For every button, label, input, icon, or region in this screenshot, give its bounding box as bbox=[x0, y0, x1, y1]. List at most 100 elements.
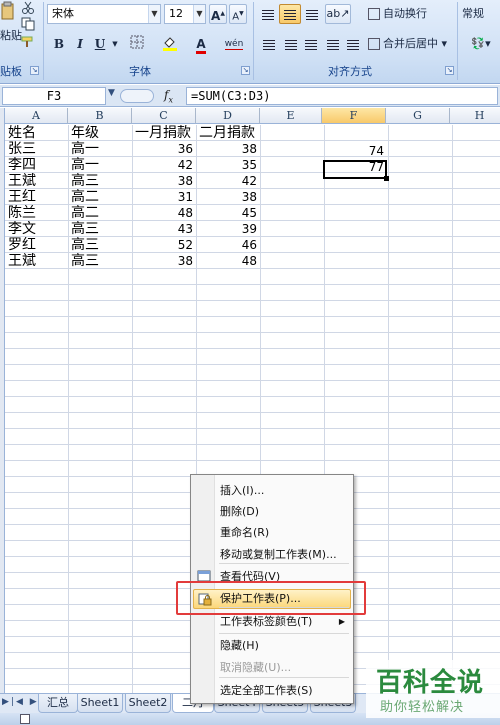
table-cell[interactable]: 高三 bbox=[68, 221, 132, 237]
table-cell[interactable]: 李文 bbox=[5, 221, 68, 237]
orientation-button[interactable]: ab↗ bbox=[325, 4, 351, 24]
watermark-title: 百科全说 bbox=[376, 668, 485, 698]
menu-item-unhide: 取消隐藏(U)... bbox=[193, 658, 351, 678]
sum-cell[interactable]: 74 bbox=[323, 143, 387, 159]
grow-font-icon: A bbox=[211, 9, 221, 23]
header-cell[interactable]: 年级 bbox=[68, 125, 132, 141]
table-cell[interactable]: 42 bbox=[196, 173, 260, 189]
table-cell[interactable]: 高一 bbox=[68, 141, 132, 157]
increase-indent-button[interactable] bbox=[343, 34, 363, 54]
formula-bar-splitter[interactable] bbox=[120, 89, 154, 103]
active-cell-selection[interactable] bbox=[323, 160, 389, 181]
copy-icon[interactable] bbox=[20, 16, 36, 36]
italic-button[interactable]: I bbox=[71, 34, 89, 54]
table-cell[interactable]: 38 bbox=[132, 253, 196, 269]
grow-font-button[interactable]: A▲ bbox=[209, 4, 227, 24]
font-name-select[interactable]: 宋体 ▼ bbox=[47, 4, 161, 24]
menu-item-move-copy[interactable]: 移动或复制工作表(M)... bbox=[193, 545, 351, 565]
sheet-tab[interactable]: Sheet1 bbox=[77, 694, 123, 713]
table-cell[interactable]: 48 bbox=[196, 253, 260, 269]
borders-button[interactable] bbox=[125, 34, 149, 54]
font-size-select[interactable]: 12 ▼ bbox=[164, 4, 206, 24]
sheet-tab[interactable]: 汇总 bbox=[38, 694, 78, 713]
table-cell[interactable]: 31 bbox=[132, 189, 196, 205]
table-cell[interactable]: 35 bbox=[196, 157, 260, 173]
table-cell[interactable]: 高三 bbox=[68, 237, 132, 253]
table-cell[interactable]: 王红 bbox=[5, 189, 68, 205]
fill-color-button[interactable] bbox=[156, 34, 184, 54]
table-cell[interactable]: 高三 bbox=[68, 173, 132, 189]
table-cell[interactable]: 高一 bbox=[68, 157, 132, 173]
align-top-button[interactable] bbox=[257, 4, 279, 24]
align-center-button[interactable] bbox=[281, 34, 301, 54]
align-right-button[interactable] bbox=[301, 34, 321, 54]
align-bottom-button[interactable] bbox=[301, 4, 323, 24]
shrink-font-button[interactable]: A▼ bbox=[229, 4, 247, 24]
table-cell[interactable]: 高三 bbox=[68, 253, 132, 269]
table-cell[interactable]: 38 bbox=[196, 141, 260, 157]
phonetic-icon: wén bbox=[224, 39, 244, 50]
insert-function-icon[interactable]: fx bbox=[164, 88, 173, 104]
underline-button[interactable]: U bbox=[91, 34, 109, 54]
macro-record-icon[interactable] bbox=[20, 714, 30, 724]
header-cell[interactable]: 一月捐款 bbox=[132, 125, 196, 141]
alignment-launcher-icon[interactable]: ↘ bbox=[445, 66, 454, 75]
header-cell[interactable]: 二月捐款 bbox=[196, 125, 260, 141]
table-cell[interactable]: 48 bbox=[132, 205, 196, 221]
table-cell[interactable]: 高二 bbox=[68, 189, 132, 205]
align-left-button[interactable] bbox=[259, 34, 279, 54]
column-header-a[interactable]: A bbox=[5, 108, 68, 124]
number-format-select[interactable]: 常规 bbox=[462, 4, 484, 24]
formula-input[interactable]: =SUM(C3:D3) bbox=[186, 87, 498, 105]
column-header-g[interactable]: G bbox=[386, 108, 450, 124]
table-cell[interactable]: 38 bbox=[132, 173, 196, 189]
menu-item-rename[interactable]: 重命名(R) bbox=[193, 523, 351, 543]
table-cell[interactable]: 52 bbox=[132, 237, 196, 253]
table-cell[interactable]: 42 bbox=[132, 157, 196, 173]
header-cell[interactable]: 姓名 bbox=[5, 125, 68, 141]
font-launcher-icon[interactable]: ↘ bbox=[241, 66, 250, 75]
alignment-group-label: 对齐方式 bbox=[328, 65, 372, 78]
column-header-b[interactable]: B bbox=[68, 108, 132, 124]
table-cell[interactable]: 王斌 bbox=[5, 253, 68, 269]
table-cell[interactable]: 39 bbox=[196, 221, 260, 237]
decrease-indent-button[interactable] bbox=[323, 34, 343, 54]
column-header-f[interactable]: F bbox=[322, 108, 386, 124]
phonetic-button[interactable]: wén bbox=[220, 34, 248, 54]
chevron-down-icon[interactable]: ▼ bbox=[108, 88, 115, 98]
column-header-h[interactable]: H bbox=[450, 108, 500, 124]
table-cell[interactable]: 高二 bbox=[68, 205, 132, 221]
paste-button-label[interactable]: 粘贴 bbox=[0, 26, 22, 46]
menu-item-tab-color[interactable]: 工作表标签颜色(T) ▶ bbox=[193, 612, 351, 632]
currency-format-button[interactable]: 💱▾ bbox=[462, 34, 500, 54]
table-cell[interactable]: 王斌 bbox=[5, 173, 68, 189]
column-header-c[interactable]: C bbox=[132, 108, 196, 124]
align-middle-button[interactable] bbox=[279, 4, 301, 24]
bold-button[interactable]: B bbox=[50, 34, 68, 54]
format-painter-icon[interactable] bbox=[20, 34, 36, 54]
table-cell[interactable]: 李四 bbox=[5, 157, 68, 173]
table-cell[interactable]: 38 bbox=[196, 189, 260, 205]
table-cell[interactable]: 陈兰 bbox=[5, 205, 68, 221]
clipboard-launcher-icon[interactable]: ↘ bbox=[30, 66, 39, 75]
fill-color-icon bbox=[163, 37, 177, 51]
table-cell[interactable]: 36 bbox=[132, 141, 196, 157]
wrap-text-button[interactable]: 自动换行 bbox=[368, 4, 427, 24]
table-cell[interactable]: 43 bbox=[132, 221, 196, 237]
menu-item-hide[interactable]: 隐藏(H) bbox=[193, 636, 351, 656]
sheet-tab[interactable]: Sheet2 bbox=[125, 694, 171, 713]
menu-item-insert[interactable]: 插入(I)... bbox=[193, 481, 351, 501]
font-color-button[interactable]: A bbox=[188, 34, 214, 54]
menu-item-select-all-sheets[interactable]: 选定全部工作表(S) bbox=[193, 681, 351, 701]
merge-center-button[interactable]: 合并后居中 ▾ bbox=[368, 34, 447, 54]
paste-icon[interactable] bbox=[0, 0, 16, 22]
underline-dropdown-icon[interactable]: ▼ bbox=[110, 34, 120, 54]
table-cell[interactable]: 46 bbox=[196, 237, 260, 253]
table-cell[interactable]: 张三 bbox=[5, 141, 68, 157]
column-header-d[interactable]: D bbox=[196, 108, 260, 124]
name-box[interactable]: F3 bbox=[2, 87, 106, 105]
column-header-e[interactable]: E bbox=[260, 108, 322, 124]
table-cell[interactable]: 45 bbox=[196, 205, 260, 221]
table-cell[interactable]: 罗红 bbox=[5, 237, 68, 253]
menu-item-delete[interactable]: 删除(D) bbox=[193, 502, 351, 522]
